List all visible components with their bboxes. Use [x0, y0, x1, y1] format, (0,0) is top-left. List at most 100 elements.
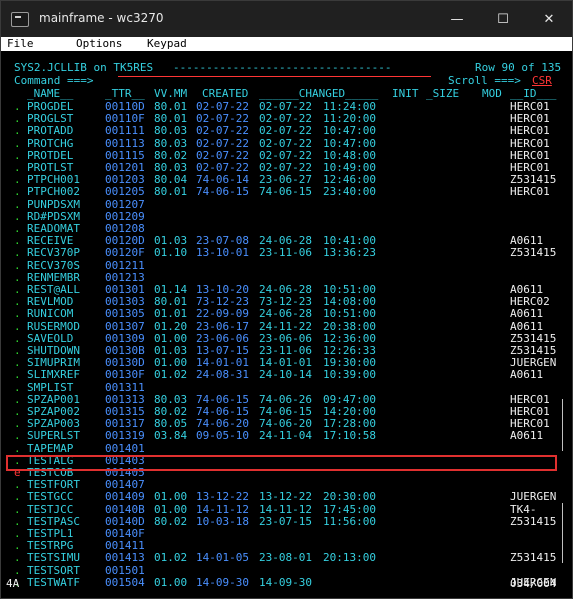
col-mod: MOD [482, 87, 502, 100]
row-ttr: 00120D [105, 234, 145, 248]
row-changed-date: 02-07-22 [259, 148, 312, 162]
row-changed-date: 14-01-01 [259, 356, 312, 370]
row-command[interactable]: . [14, 100, 21, 113]
row-changed-time: 12:36:00 [323, 331, 376, 345]
row-command[interactable]: . [14, 222, 21, 235]
row-command[interactable]: . [14, 271, 21, 284]
row-command[interactable]: . [14, 307, 21, 320]
row-ttr: 00140D [105, 514, 145, 528]
row-command[interactable]: . [14, 234, 21, 247]
row-command[interactable]: . [14, 515, 21, 528]
row-created: 14-01-05 [196, 551, 249, 565]
row-changed-time: 10:49:00 [323, 161, 376, 174]
title-bar[interactable]: mainframe - wc3270 — ☐ ✕ [1, 1, 572, 37]
row-command[interactable]: . [14, 246, 21, 259]
row-command[interactable]: . [14, 368, 21, 381]
row-command[interactable]: . [14, 112, 21, 125]
row-changed-time: 13:36:23 [323, 246, 376, 260]
command-input[interactable] [118, 76, 431, 77]
menu-bar: File Options Keypad [1, 37, 572, 51]
row-name: PROTDEL [27, 148, 74, 162]
row-command[interactable]: . [14, 320, 21, 333]
minimize-button[interactable]: — [434, 1, 480, 37]
status-left: 4A [6, 577, 20, 590]
maximize-button[interactable]: ☐ [480, 1, 526, 37]
row-created: 23-07-08 [196, 234, 249, 248]
row-command[interactable]: . [14, 564, 21, 577]
row-command[interactable]: . [14, 210, 21, 223]
row-command[interactable]: . [14, 356, 21, 369]
row-command[interactable]: . [14, 259, 21, 272]
row-name: PROTCHG [27, 136, 74, 150]
row-id: Z531415 [510, 514, 557, 528]
menu-options[interactable]: Options [76, 37, 122, 51]
row-command[interactable]: . [14, 478, 21, 491]
row-created: 02-07-22 [196, 112, 249, 126]
row-created: 74-06-14 [196, 173, 249, 187]
row-name: REST@ALL [27, 283, 80, 296]
row-command[interactable]: . [14, 417, 21, 430]
terminal-window: mainframe - wc3270 — ☐ ✕ File Options Ke… [0, 0, 573, 599]
row-command[interactable]: . [14, 283, 21, 296]
row-command[interactable]: . [14, 539, 21, 552]
row-version: 80.02 [154, 514, 188, 528]
menu-file[interactable]: File [7, 37, 34, 51]
row-changed-time: 17:45:00 [323, 502, 376, 516]
row-command[interactable]: . [14, 344, 21, 357]
row-name: TAPEMAP [27, 441, 74, 455]
row-command[interactable]: . [14, 149, 21, 162]
row-name: SLIMXREF [27, 368, 80, 382]
row-command[interactable]: . [14, 381, 21, 394]
row-changed-time: 10:48:00 [323, 148, 376, 162]
row-changed-date: 23-11-06 [259, 246, 312, 260]
row-created: 14-01-01 [196, 356, 249, 370]
row-command[interactable]: . [14, 551, 21, 564]
row-id: Z531415 [510, 173, 557, 187]
row-command[interactable]: . [14, 198, 21, 211]
terminal-screen[interactable]: SYS2.JCLLIB on TK5RES ------------------… [1, 53, 572, 589]
row-changed-time: 17:10:58 [323, 429, 376, 443]
row-changed-time: 20:30:00 [323, 490, 376, 504]
scroll-amount-field[interactable]: CSR [532, 74, 552, 87]
row-ttr: 00140F [105, 527, 145, 540]
close-button[interactable]: ✕ [526, 1, 572, 37]
row-name: READOMAT [27, 222, 80, 235]
row-version: 80.02 [154, 405, 188, 418]
row-command[interactable]: . [14, 137, 21, 150]
row-changed-date: 74-06-15 [259, 185, 312, 199]
row-command[interactable]: . [14, 527, 21, 540]
row-changed-time: 19:30:00 [323, 356, 376, 370]
row-command[interactable]: . [14, 173, 21, 186]
row-command[interactable]: . [14, 442, 21, 455]
row-ttr: 001305 [105, 307, 145, 321]
row-command[interactable]: . [14, 393, 21, 406]
menu-keypad[interactable]: Keypad [147, 37, 187, 51]
row-ttr: 00110D [105, 100, 145, 113]
row-id: HERC01 [510, 405, 550, 418]
row-changed-time: 20:38:00 [323, 319, 376, 333]
row-created: 73-12-23 [196, 295, 249, 309]
row-command[interactable]: . [14, 161, 21, 174]
row-changed-date: 23-06-06 [259, 331, 312, 345]
row-command[interactable]: . [14, 490, 21, 503]
row-command[interactable]: . [14, 405, 21, 418]
row-ttr: 001213 [105, 270, 145, 284]
row-ttr: 001501 [105, 563, 145, 577]
row-name: REVLMOD [27, 295, 74, 309]
row-id: HERC01 [510, 100, 550, 113]
row-command[interactable]: . [14, 185, 21, 198]
row-changed-time: 20:13:00 [323, 551, 376, 565]
selected-row-highlight [6, 455, 557, 471]
row-changed-time: 10:47:00 [323, 136, 376, 150]
row-version: 01.01 [154, 307, 188, 321]
row-command[interactable]: . [14, 429, 21, 442]
row-name: SPZAP002 [27, 405, 80, 418]
row-changed-date: 24-11-22 [259, 319, 312, 333]
row-changed-time: 10:47:00 [323, 124, 376, 138]
row-command[interactable]: . [14, 295, 21, 308]
row-command[interactable]: . [14, 124, 21, 137]
row-command[interactable]: . [14, 503, 21, 516]
row-ttr: 001207 [105, 197, 145, 211]
row-changed-time: 11:24:00 [323, 100, 376, 113]
row-command[interactable]: . [14, 332, 21, 345]
